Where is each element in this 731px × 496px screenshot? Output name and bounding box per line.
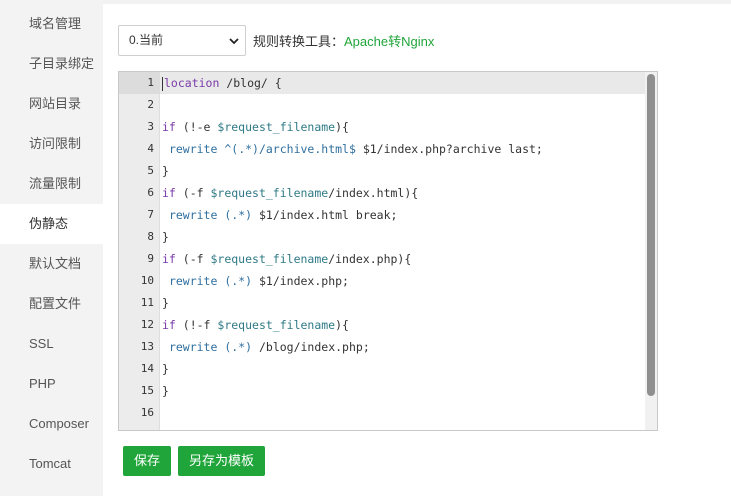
top-divider xyxy=(103,0,731,4)
code-line[interactable]: rewrite ^(.*)/archive.html$ $1/index.php… xyxy=(160,138,645,160)
sidebar-item-domain-management[interactable]: 域名管理 xyxy=(0,4,103,44)
save-button[interactable]: 保存 xyxy=(123,446,172,476)
rewrite-actions: 保存 另存为模板 xyxy=(123,446,266,476)
site-settings-sidebar: 域名管理 子目录绑定 网站目录 访问限制 流量限制 伪静态 默认文档 配置文件 … xyxy=(0,0,103,496)
line-number: 13 xyxy=(140,340,154,353)
line-number: 7 xyxy=(147,208,154,221)
save-as-template-button[interactable]: 另存为模板 xyxy=(178,446,266,476)
sidebar-item-traffic-limit[interactable]: 流量限制 xyxy=(0,164,103,204)
apache-to-nginx-link[interactable]: Apache转Nginx xyxy=(344,31,434,50)
sidebar-item-config-file[interactable]: 配置文件 xyxy=(0,284,103,324)
code-content[interactable]: location /blog/ { if (!-e $request_filen… xyxy=(160,72,645,424)
code-line[interactable]: rewrite (.*) /blog/index.php; xyxy=(160,336,645,358)
code-line[interactable]: if (-f $request_filename/index.html){ xyxy=(160,182,645,204)
sidebar-item-site-directory[interactable]: 网站目录 xyxy=(0,84,103,124)
code-line[interactable]: location /blog/ { xyxy=(160,72,645,94)
text-cursor xyxy=(162,76,163,91)
code-line[interactable]: } xyxy=(160,358,645,380)
line-number: 16 xyxy=(140,406,154,419)
line-number: 5 xyxy=(147,164,154,177)
rule-tool-label: 规则转换工具： xyxy=(253,34,345,49)
line-number: 10 xyxy=(140,274,154,287)
code-line[interactable]: if (!-e $request_filename){ xyxy=(160,116,645,138)
scrollbar-thumb[interactable] xyxy=(647,74,655,396)
line-number: 11 xyxy=(140,296,154,309)
code-line[interactable]: rewrite (.*) $1/index.html break; xyxy=(160,204,645,226)
sidebar-item-subdirectory-binding[interactable]: 子目录绑定 xyxy=(0,44,103,84)
line-number: 6 xyxy=(147,186,154,199)
sidebar-item-rewrite[interactable]: 伪静态 xyxy=(0,204,103,244)
code-line[interactable]: } xyxy=(160,226,645,248)
sidebar-item-access-restriction[interactable]: 访问限制 xyxy=(0,124,103,164)
line-number: 12 xyxy=(140,318,154,331)
code-line[interactable]: if (!-f $request_filename){ xyxy=(160,314,645,336)
rewrite-code-editor[interactable]: 1 2 3 4 5 6 7 8 9 10 11 12 13 14 15 16 l… xyxy=(118,71,658,431)
line-number: 15 xyxy=(140,384,154,397)
sidebar-item-ssl[interactable]: SSL xyxy=(0,324,103,364)
line-number: 2 xyxy=(147,98,154,111)
line-number: 9 xyxy=(147,252,154,265)
line-number: 8 xyxy=(147,230,154,243)
template-select-value: 0.当前 xyxy=(129,33,164,47)
rewrite-toolbar: 0.当前 规则转换工具： Apache转Nginx xyxy=(118,25,434,56)
code-line[interactable]: } xyxy=(160,160,645,182)
code-line[interactable]: } xyxy=(160,292,645,314)
code-line[interactable] xyxy=(160,94,645,116)
sidebar-item-php[interactable]: PHP xyxy=(0,364,103,404)
template-select[interactable]: 0.当前 xyxy=(118,25,246,56)
code-line[interactable]: } xyxy=(160,380,645,402)
code-line[interactable]: if (-f $request_filename/index.php){ xyxy=(160,248,645,270)
line-numbers: 1 2 3 4 5 6 7 8 9 10 11 12 13 14 15 16 xyxy=(119,72,160,424)
line-number: 14 xyxy=(140,362,154,375)
code-line[interactable]: rewrite (.*) $1/index.php; xyxy=(160,270,645,292)
code-line[interactable] xyxy=(160,402,645,424)
line-number: 3 xyxy=(147,120,154,133)
editor-scrollbar[interactable] xyxy=(645,72,657,430)
sidebar-item-composer[interactable]: Composer xyxy=(0,404,103,444)
chevron-down-icon xyxy=(229,38,239,45)
sidebar-item-default-document[interactable]: 默认文档 xyxy=(0,244,103,284)
sidebar-item-tomcat[interactable]: Tomcat xyxy=(0,444,103,484)
line-number: 1 xyxy=(119,72,160,94)
line-number: 4 xyxy=(147,142,154,155)
